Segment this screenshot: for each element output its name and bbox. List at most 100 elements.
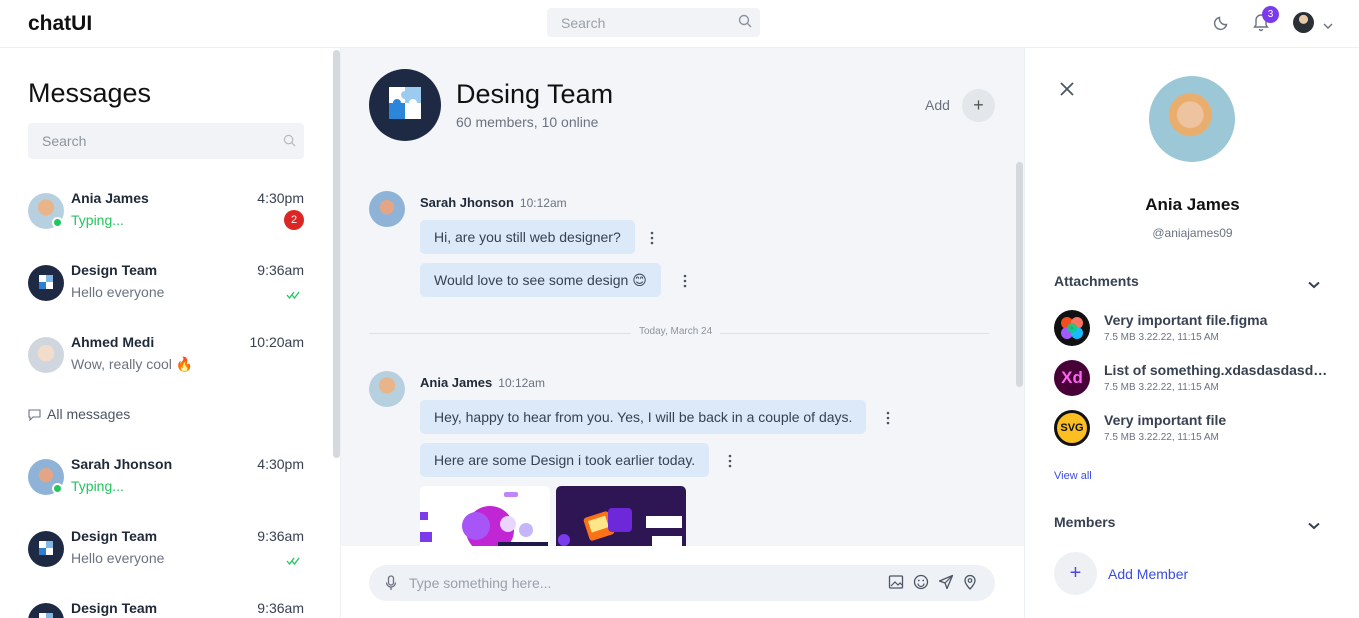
more-options-icon[interactable] — [683, 274, 687, 288]
attachments-title: Attachments — [1054, 273, 1139, 289]
conversation-preview: Typing... — [71, 478, 124, 494]
avatar — [28, 337, 64, 373]
message-composer-input[interactable]: Type something here... — [369, 565, 995, 601]
conversation-preview: Hello everyone — [71, 284, 165, 300]
svg-icon: SVG — [1054, 410, 1090, 446]
attachment-item[interactable]: SVG Very important file 7.5 MB 3.22.22, … — [1054, 410, 1334, 450]
members-title: Members — [1054, 514, 1116, 530]
more-options-icon[interactable] — [728, 454, 732, 468]
sender-name: Ania James — [420, 375, 493, 390]
conversation-name: Ahmed Medi — [71, 334, 155, 350]
attachment-name: Very important file — [1104, 412, 1227, 428]
chevron-down-icon[interactable] — [1323, 17, 1333, 35]
plus-icon: + — [1069, 562, 1082, 584]
avatar — [28, 531, 64, 567]
close-icon[interactable] — [1059, 81, 1075, 102]
message-icon — [28, 409, 41, 422]
attachment-meta: 7.5 MB 3.22.22, 11:15 AM — [1104, 382, 1219, 393]
chat-panel: Desing Team 60 members, 10 online Add + … — [341, 48, 1024, 618]
search-placeholder: Search — [42, 133, 87, 149]
conversation-item[interactable]: Ania James 4:30pm Typing... 2 — [28, 187, 304, 237]
all-messages-section-label: All messages — [28, 406, 130, 422]
message-bubble: Would love to see some design 😊 — [420, 263, 661, 297]
xd-icon: Xd — [1054, 360, 1090, 396]
double-check-icon — [286, 552, 302, 570]
app-logo[interactable]: chatUI — [28, 12, 92, 36]
conversation-item[interactable]: Design Team 9:36am Hello everyone — [28, 525, 304, 575]
profile-name: Ania James — [1145, 195, 1240, 214]
date-divider-label: Today, March 24 — [631, 326, 721, 337]
user-avatar[interactable] — [1293, 12, 1314, 33]
chevron-down-icon[interactable] — [1308, 517, 1320, 535]
top-bar: chatUI Search 3 — [0, 0, 1359, 48]
unread-count-badge: 2 — [284, 210, 304, 230]
shared-image-thumbnail[interactable] — [420, 486, 550, 546]
conversation-name: Ania James — [71, 190, 149, 206]
search-placeholder: Search — [561, 15, 606, 31]
conversation-time: 10:20am — [249, 334, 304, 350]
conversation-search-input[interactable]: Search — [28, 123, 304, 159]
location-pin-icon[interactable] — [963, 574, 977, 595]
group-status: 60 members, 10 online — [456, 114, 599, 130]
dark-mode-moon-icon[interactable] — [1213, 13, 1231, 36]
puzzle-icon — [389, 87, 421, 119]
global-search-input[interactable]: Search — [547, 8, 760, 37]
chat-scrollbar[interactable] — [1016, 162, 1023, 387]
sender-name: Sarah Jhonson — [420, 195, 514, 210]
add-member-label[interactable]: Add Member — [1108, 566, 1188, 582]
sender-line: Sarah Jhonson 10:12am — [420, 195, 567, 210]
image-icon[interactable] — [888, 574, 904, 595]
conversation-time: 9:36am — [257, 600, 304, 616]
conversation-item[interactable]: Design Team 9:36am Hello everyone — [28, 259, 304, 309]
conversation-time: 9:36am — [257, 262, 304, 278]
attachment-name: List of something.xdasdasdasdasdas — [1104, 362, 1332, 378]
more-options-icon[interactable] — [650, 231, 654, 245]
conversation-preview: Hello everyone — [71, 550, 165, 566]
attachment-name: Very important file.figma — [1104, 312, 1268, 328]
online-status-dot — [52, 217, 63, 228]
group-name: Desing Team — [456, 79, 614, 109]
attachment-item[interactable]: Xd List of something.xdasdasdasdasdas 7.… — [1054, 360, 1334, 400]
double-check-icon — [286, 286, 302, 304]
sender-avatar — [369, 191, 405, 227]
profile-avatar — [1149, 76, 1235, 162]
conversation-preview: Wow, really cool 🔥 — [71, 356, 194, 372]
sidebar-title: Messages — [28, 78, 152, 108]
view-all-link[interactable]: View all — [1054, 470, 1092, 482]
conversation-name: Design Team — [71, 262, 158, 278]
composer-placeholder: Type something here... — [409, 575, 552, 591]
sender-line: Ania James 10:12am — [420, 375, 545, 390]
conversation-name: Design Team — [71, 600, 158, 616]
add-label[interactable]: Add — [925, 97, 950, 113]
attachment-meta: 7.5 MB 3.22.22, 11:15 AM — [1104, 332, 1219, 343]
message-bubble: Here are some Design i took earlier toda… — [420, 443, 710, 477]
sender-avatar — [369, 371, 405, 407]
conversation-item[interactable]: Design Team 9:36am — [28, 597, 304, 618]
plus-icon: + — [973, 95, 984, 115]
all-messages-label: All messages — [47, 406, 131, 422]
conversation-item[interactable]: Sarah Jhonson 4:30pm Typing... — [28, 453, 304, 503]
add-button[interactable]: + — [962, 89, 995, 122]
conversation-preview: Typing... — [71, 212, 124, 228]
conversation-time: 9:36am — [257, 528, 304, 544]
attachment-item[interactable]: Very important file.figma 7.5 MB 3.22.22… — [1054, 310, 1334, 350]
conversation-item[interactable]: Ahmed Medi 10:20am Wow, really cool 🔥 — [28, 331, 304, 381]
figma-icon — [1054, 310, 1090, 346]
add-member-button[interactable]: + — [1054, 552, 1097, 595]
online-status-dot — [52, 483, 63, 494]
more-options-icon[interactable] — [886, 411, 890, 425]
send-icon[interactable] — [938, 574, 954, 595]
conversation-sidebar: Messages Search Ania James 4:30pm Typing… — [0, 48, 341, 618]
search-icon[interactable] — [283, 134, 296, 152]
message-bubble: Hey, happy to hear from you. Yes, I will… — [420, 400, 867, 434]
microphone-icon[interactable] — [385, 575, 397, 596]
chevron-down-icon[interactable] — [1308, 276, 1320, 294]
sidebar-scrollbar[interactable] — [333, 50, 340, 458]
avatar — [28, 603, 64, 618]
message-time: 10:12am — [498, 376, 545, 390]
shared-image-thumbnail[interactable] — [556, 486, 686, 546]
search-icon[interactable] — [738, 14, 752, 33]
message-bubble: Hi, are you still web designer? — [420, 220, 635, 254]
conversation-name: Sarah Jhonson — [71, 456, 173, 472]
emoji-icon[interactable] — [913, 574, 929, 595]
